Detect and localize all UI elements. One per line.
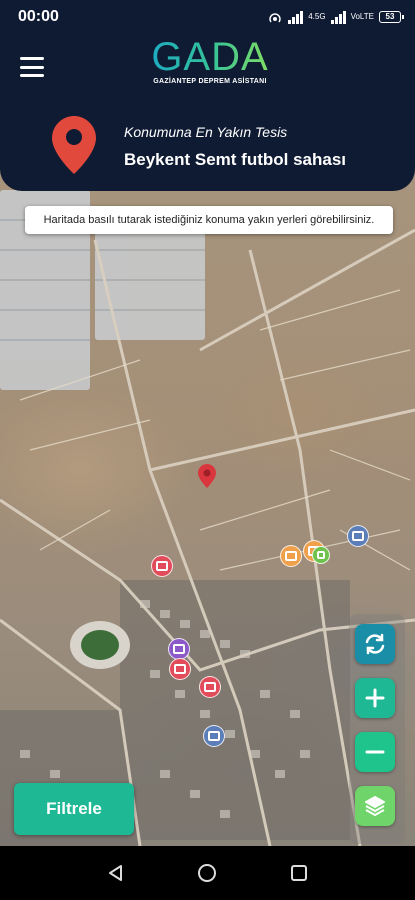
network-type-1: 4.5G xyxy=(308,12,326,21)
marker-hospital-2[interactable] xyxy=(169,658,191,680)
logo-subtitle: GAZİANTEP DEPREM ASİSTANI xyxy=(153,78,267,85)
zoom-in-button[interactable] xyxy=(355,678,395,718)
status-time: 00:00 xyxy=(18,8,59,25)
nav-back-button[interactable] xyxy=(101,858,131,888)
signal-icon-1 xyxy=(288,10,304,24)
layers-icon xyxy=(365,796,385,816)
menu-icon-bar xyxy=(20,74,44,77)
marker-hospital-1[interactable] xyxy=(151,555,173,577)
refresh-button[interactable] xyxy=(355,624,395,664)
hotspot-icon xyxy=(269,13,281,23)
menu-icon-bar xyxy=(20,65,44,69)
location-pin-icon xyxy=(52,116,96,174)
recents-square-icon xyxy=(291,865,308,881)
marker-green-1[interactable] xyxy=(312,546,330,564)
refresh-icon xyxy=(365,633,385,655)
app-logo: GADA GAZİANTEP DEPREM ASİSTANI xyxy=(140,34,280,85)
nearest-facility-label: Konumuna En Yakın Tesis xyxy=(124,124,288,140)
home-circle-icon xyxy=(198,864,217,882)
logo-wordmark: GADA xyxy=(140,34,280,80)
nearest-facility-name[interactable]: Beykent Semt futbol sahası xyxy=(124,150,346,170)
system-nav-bar xyxy=(0,846,415,900)
signal-icon-2 xyxy=(330,10,346,24)
plus-icon xyxy=(365,688,385,708)
marker-school-1[interactable] xyxy=(347,525,369,547)
layers-button[interactable] xyxy=(355,786,395,826)
nav-recents-button[interactable] xyxy=(284,858,314,888)
app-header: GADA GAZİANTEP DEPREM ASİSTANI Konumuna … xyxy=(0,34,415,191)
battery-icon: 53 xyxy=(379,11,404,23)
status-bar: 00:00 4.5G VoLTE 53 xyxy=(0,0,415,34)
minus-icon xyxy=(365,750,385,754)
network-type-2: VoLTE xyxy=(350,12,374,21)
zoom-out-button[interactable] xyxy=(355,732,395,772)
marker-orange-1[interactable] xyxy=(280,545,302,567)
marker-purple-1[interactable] xyxy=(168,638,190,660)
nav-home-button[interactable] xyxy=(192,858,222,888)
user-location-pin xyxy=(198,464,216,488)
back-triangle-icon xyxy=(108,865,122,881)
marker-school-2[interactable] xyxy=(203,725,225,747)
map-hint-banner: Haritada basılı tutarak istediğiniz konu… xyxy=(25,206,393,234)
marker-hospital-3[interactable] xyxy=(199,676,221,698)
menu-button[interactable] xyxy=(20,57,44,77)
filter-button[interactable]: Filtrele xyxy=(14,783,134,835)
status-icons: 4.5G VoLTE 53 xyxy=(267,10,404,24)
menu-icon-bar xyxy=(20,57,44,60)
